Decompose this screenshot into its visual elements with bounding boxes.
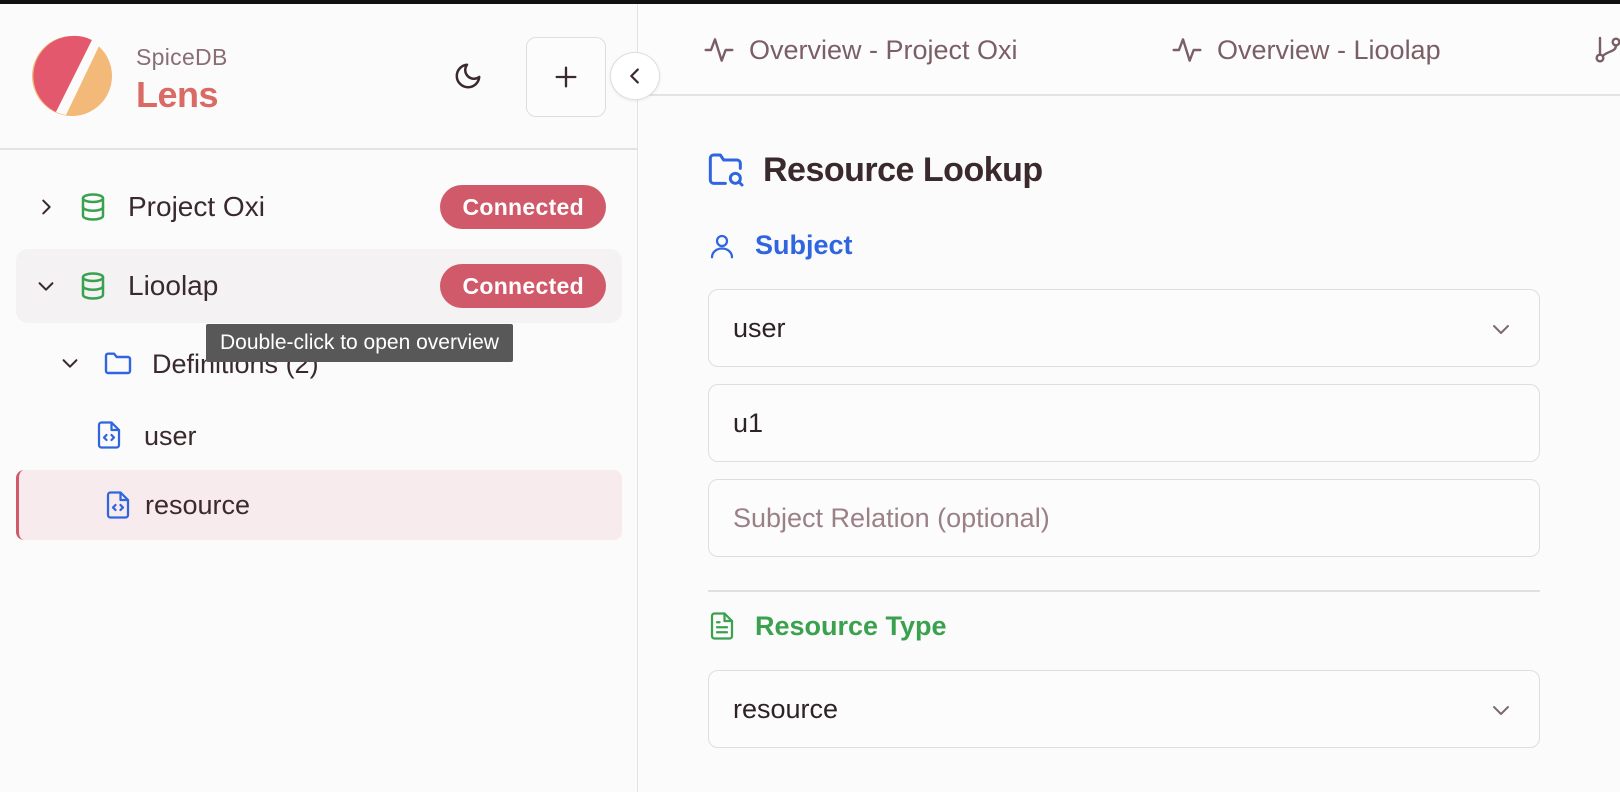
collapse-sidebar-button[interactable] xyxy=(610,52,660,100)
folder-icon xyxy=(104,352,132,375)
resource-type-label: Resource Type xyxy=(707,610,947,642)
file-code-icon xyxy=(106,491,130,519)
user-icon xyxy=(710,234,734,258)
chevron-down-icon[interactable] xyxy=(58,351,82,375)
tab-partial[interactable] xyxy=(1592,4,1620,96)
connection-item-lioolap[interactable]: Lioolap Connected xyxy=(16,249,622,323)
main-panel: Resource Lookup Subject user u1 Subject … xyxy=(639,96,1620,792)
subject-relation-placeholder: Subject Relation (optional) xyxy=(733,502,1050,533)
divider xyxy=(708,590,1540,592)
connection-name: Project Oxi xyxy=(128,191,265,222)
resource-type-select[interactable]: resource xyxy=(708,670,1540,748)
subject-label-text: Subject xyxy=(755,230,853,260)
definition-item-user[interactable]: user xyxy=(16,404,622,466)
definition-name: user xyxy=(144,421,197,451)
chevron-down-icon xyxy=(1493,325,1509,334)
brand-subtitle: SpiceDB xyxy=(136,44,228,70)
activity-icon xyxy=(1172,38,1202,62)
tab-overview-lioolap[interactable]: Overview - Lioolap xyxy=(1171,4,1441,96)
title-text: Resource Lookup xyxy=(763,150,1043,189)
resource-type-label-text: Resource Type xyxy=(755,610,947,641)
chevron-down-icon xyxy=(1493,706,1509,715)
subject-relation-input[interactable]: Subject Relation (optional) xyxy=(708,479,1540,557)
sidebar-header: SpiceDB Lens xyxy=(0,4,638,150)
chevron-right-icon[interactable] xyxy=(34,195,58,219)
chevron-down-icon[interactable] xyxy=(34,274,58,298)
folder-search-icon xyxy=(708,153,744,187)
plus-icon xyxy=(555,66,577,88)
definition-item-resource[interactable]: resource xyxy=(16,470,622,540)
file-text-icon xyxy=(710,612,734,640)
spicedb-logo xyxy=(32,35,112,116)
file-code-icon xyxy=(97,421,121,449)
database-icon xyxy=(81,272,105,300)
moon-icon xyxy=(455,63,481,89)
activity-icon xyxy=(704,38,734,62)
tab-bar: Overview - Project Oxi Overview - Lioola… xyxy=(639,4,1620,96)
add-connection-button[interactable] xyxy=(526,37,606,117)
tab-label: Overview - Project Oxi xyxy=(749,34,1018,65)
subject-type-value: user xyxy=(733,312,786,343)
connection-item-project-oxi[interactable]: Project Oxi Connected xyxy=(16,170,622,244)
subject-id-value: u1 xyxy=(733,407,764,438)
tab-label: Overview - Lioolap xyxy=(1217,34,1441,65)
connection-name: Lioolap xyxy=(128,270,219,301)
brand-title: Lens xyxy=(136,74,219,115)
tab-overview-project-oxi[interactable]: Overview - Project Oxi xyxy=(703,4,1018,96)
definition-name: resource xyxy=(145,490,251,520)
chevron-left-icon xyxy=(630,68,639,84)
sidebar: SpiceDB Lens Project Oxi Connected Liool… xyxy=(0,4,638,792)
theme-toggle-button[interactable] xyxy=(448,56,488,96)
subject-type-select[interactable]: user xyxy=(708,289,1540,367)
page-title: Resource Lookup xyxy=(707,150,1043,190)
subject-id-input[interactable]: u1 xyxy=(708,384,1540,462)
resource-type-value: resource xyxy=(733,693,839,724)
status-badge: Connected xyxy=(440,264,606,308)
git-branch-icon xyxy=(1595,36,1620,63)
database-icon xyxy=(81,193,105,221)
subject-label: Subject xyxy=(707,230,853,261)
status-badge: Connected xyxy=(440,185,606,229)
tooltip: Double-click to open overview xyxy=(206,324,513,362)
